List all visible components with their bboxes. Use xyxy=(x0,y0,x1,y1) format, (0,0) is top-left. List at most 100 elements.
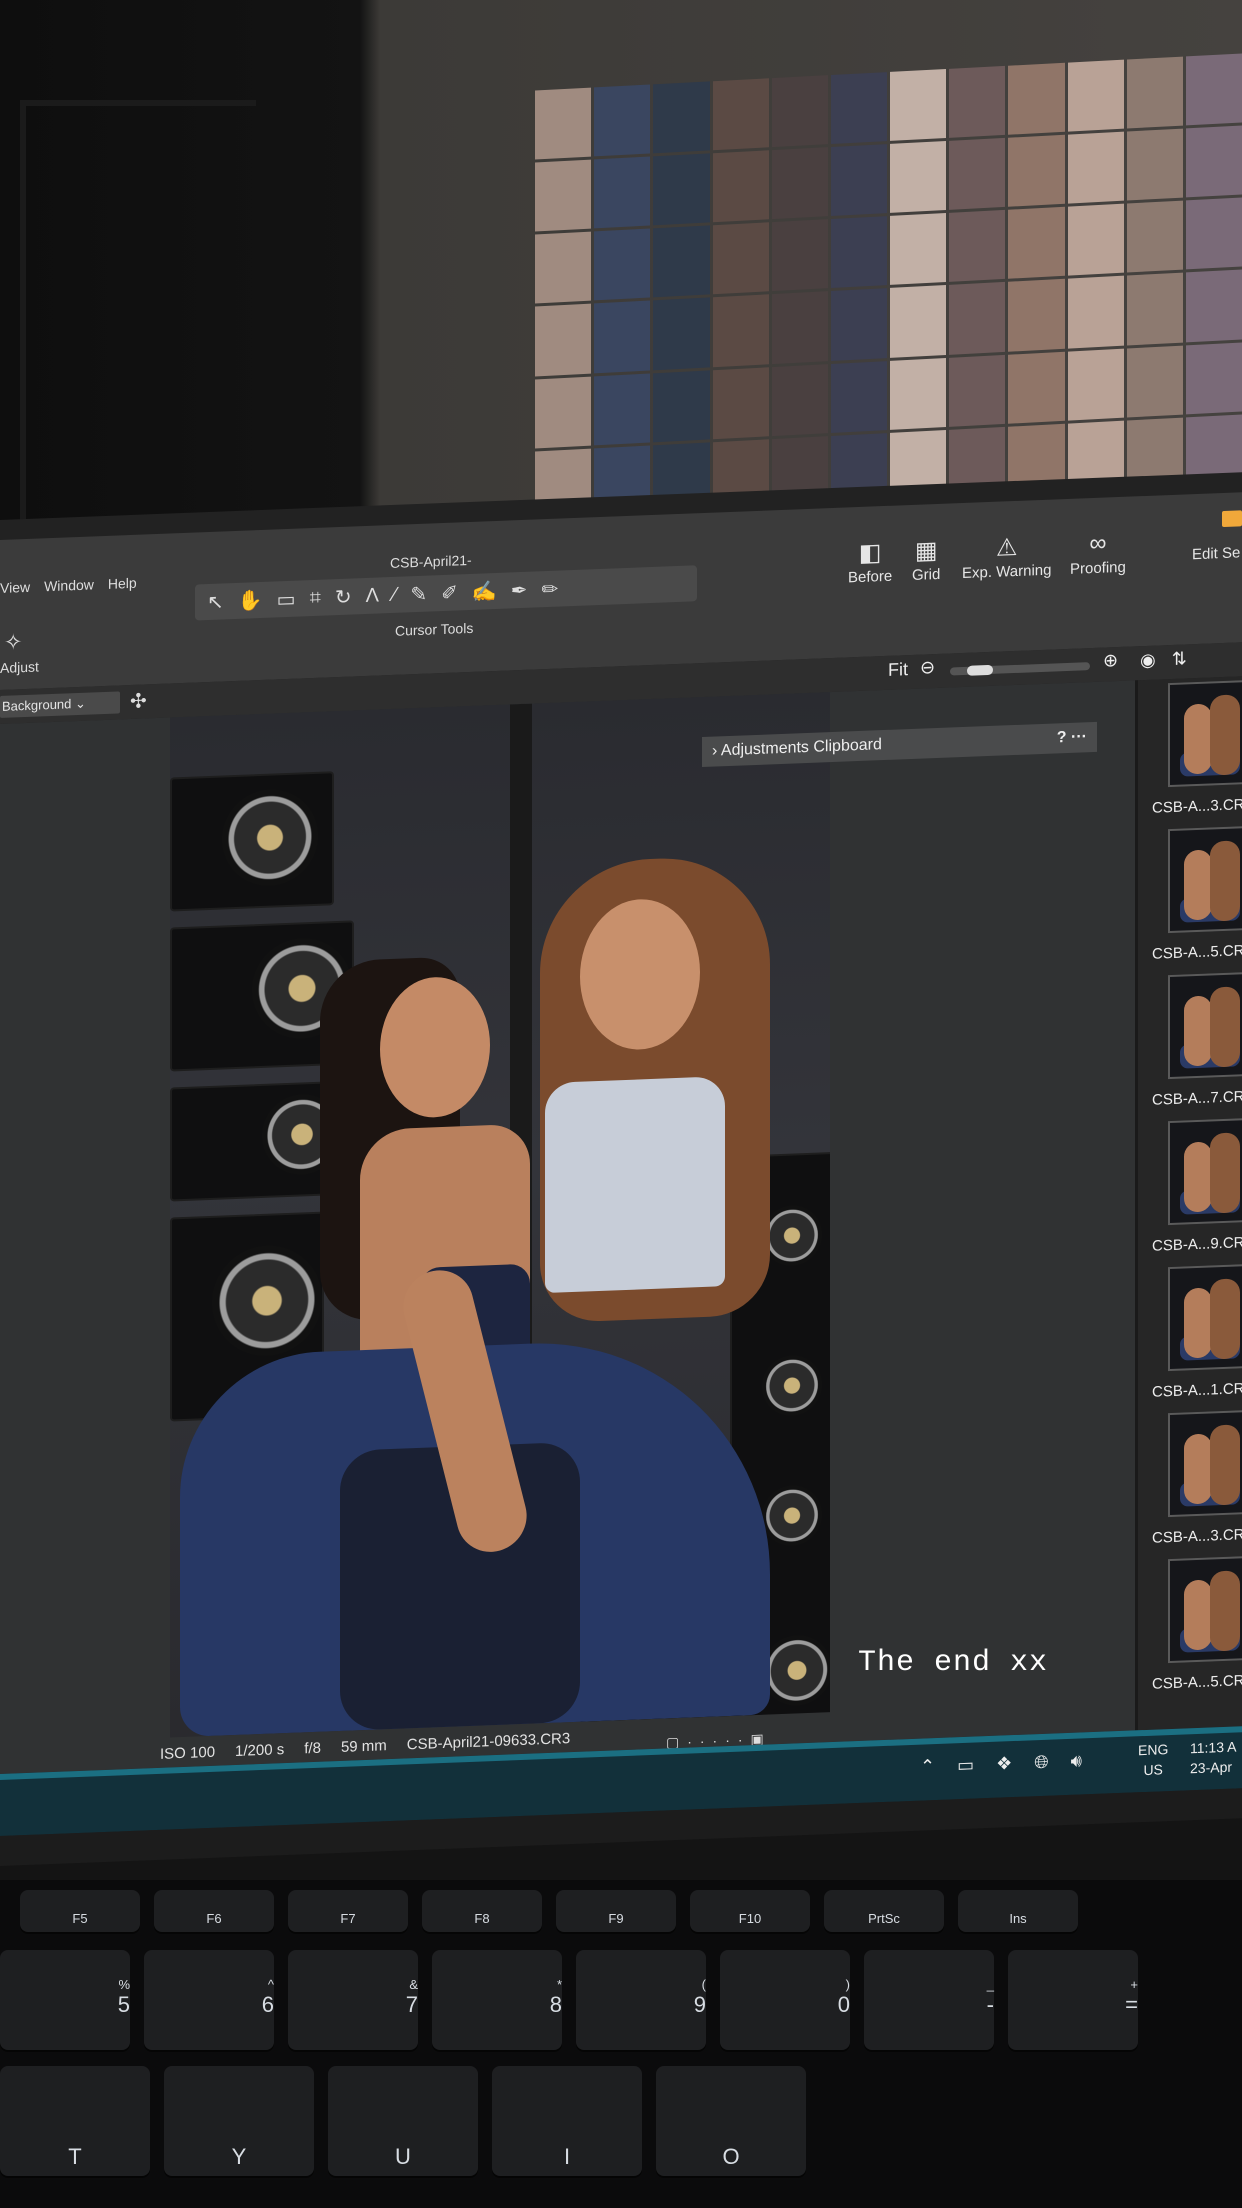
key-5[interactable]: % 5 xyxy=(0,1950,130,2050)
collage-photo xyxy=(1008,62,1065,135)
chevron-up-icon[interactable]: ⌃ xyxy=(920,1756,935,1778)
collage-photo xyxy=(1185,342,1242,415)
thumbnail[interactable] xyxy=(1168,1409,1242,1518)
brush-icon[interactable]: ✎ xyxy=(410,581,427,607)
crop-icon[interactable]: ⌗ xyxy=(310,586,321,609)
collage-photo xyxy=(653,225,710,298)
key-8[interactable]: * 8 xyxy=(432,1950,562,2050)
key-f6[interactable]: F6 xyxy=(154,1890,274,1932)
browser-view-controls: ◉ ⇅ xyxy=(1140,648,1187,671)
clock[interactable]: 11:13 A 23-Apr xyxy=(1190,1737,1236,1779)
glasses-icon: ∞ xyxy=(1089,529,1107,558)
grid-icon: ▦ xyxy=(914,536,938,565)
aperture-value: f/8 xyxy=(304,1739,321,1758)
heal-icon[interactable]: ✍ xyxy=(472,578,497,604)
collage-photo xyxy=(653,370,710,443)
magic-wand-icon[interactable]: ✧ xyxy=(4,629,22,656)
add-layer-icon[interactable]: ✣ xyxy=(130,688,147,714)
zoom-out-icon[interactable]: ⊖ xyxy=(920,657,935,679)
color-picker-icon[interactable]: ∕ xyxy=(393,583,396,606)
collage-photo xyxy=(653,81,710,154)
collage-photo xyxy=(1185,197,1242,270)
sort-icon[interactable]: ⇅ xyxy=(1172,648,1187,670)
proofing-button[interactable]: ∞ Proofing xyxy=(1070,529,1126,577)
thumbnail[interactable] xyxy=(1168,1117,1242,1226)
clone-icon[interactable]: ✒ xyxy=(511,577,528,603)
collage-photo xyxy=(1067,204,1124,277)
thumbnail[interactable] xyxy=(1168,1555,1242,1664)
battery-icon[interactable]: ▭ xyxy=(957,1755,974,1777)
key-6[interactable]: ^ 6 xyxy=(144,1950,274,2050)
key-7[interactable]: & 7 xyxy=(288,1950,418,2050)
key-f11[interactable]: PrtSc xyxy=(824,1890,944,1932)
dropbox-icon[interactable]: ❖ xyxy=(996,1753,1012,1775)
menu-view[interactable]: View xyxy=(0,579,30,596)
layer-select[interactable]: Background ⌄ xyxy=(0,691,120,718)
collage-photo xyxy=(1126,128,1183,201)
volume-icon[interactable]: 🔊︎ xyxy=(1071,1750,1082,1771)
pan-hand-icon[interactable]: ✋ xyxy=(238,587,263,613)
chevron-down-icon: ⌄ xyxy=(75,695,86,712)
clipboard-controls[interactable]: ? ··· xyxy=(1057,722,1087,753)
crop-top xyxy=(545,1076,725,1294)
collage-photo xyxy=(1126,56,1183,129)
thumbnail[interactable] xyxy=(1168,825,1242,934)
key-y[interactable]: Y xyxy=(164,2066,314,2176)
key-f10[interactable]: F10 xyxy=(690,1890,810,1932)
collage-photo xyxy=(712,222,769,295)
key-f9[interactable]: F9 xyxy=(556,1890,676,1932)
before-button[interactable]: ◧ Before xyxy=(848,538,892,586)
collage-photo xyxy=(949,354,1006,427)
zoom-in-icon[interactable]: ⊕ xyxy=(1103,650,1118,672)
globe-icon[interactable]: 🌐︎ xyxy=(1034,1752,1048,1774)
edit-settings-button[interactable]: Edit Se xyxy=(1192,544,1240,563)
thumbnail-label: CSB-A...3.CR xyxy=(1152,1526,1242,1547)
key-f5[interactable]: F5 xyxy=(20,1890,140,1932)
thumbnail[interactable] xyxy=(1168,971,1242,1080)
layer-select-value: Background xyxy=(2,696,72,714)
key-0[interactable]: ) 0 xyxy=(720,1950,850,2050)
collage-photo xyxy=(712,150,769,223)
key-equals[interactable]: + = xyxy=(1008,1950,1138,2050)
rotate-icon[interactable]: ↻ xyxy=(335,584,352,610)
key-i[interactable]: I xyxy=(492,2066,642,2176)
collage-photo xyxy=(890,285,947,358)
story-caption: The end xx xyxy=(858,1646,1049,1680)
collage-photo xyxy=(1185,125,1242,198)
grid-button[interactable]: ▦ Grid xyxy=(912,536,940,584)
menu-window[interactable]: Window xyxy=(44,576,94,594)
thumbnail[interactable] xyxy=(1168,1263,1242,1372)
collage-photo xyxy=(830,72,887,145)
eye-icon[interactable]: ◉ xyxy=(1140,650,1156,672)
region-code: US xyxy=(1143,1761,1163,1779)
letter-key-row: T Y U I O xyxy=(0,2066,806,2176)
exp-warning-button[interactable]: ⚠ Exp. Warning xyxy=(962,532,1051,582)
zoom-slider-thumb[interactable] xyxy=(967,664,994,676)
key-o[interactable]: O xyxy=(656,2066,806,2176)
key-9[interactable]: (9 xyxy=(576,1950,706,2050)
grid-label: Grid xyxy=(912,565,941,584)
straighten-icon[interactable]: ▭ xyxy=(277,586,296,612)
zoom-fit-label[interactable]: Fit xyxy=(888,659,908,681)
monitor: View Window Help CSB-April21- ✧ Adjust ↖… xyxy=(0,472,1242,1866)
document-title: CSB-April21- xyxy=(390,551,472,572)
eraser-icon[interactable]: ✐ xyxy=(441,580,458,606)
edit-settings-icon[interactable] xyxy=(1222,510,1242,528)
key-minus[interactable]: _ - xyxy=(864,1950,994,2050)
key-f7[interactable]: F7 xyxy=(288,1890,408,1932)
key-u[interactable]: U xyxy=(328,2066,478,2176)
menu-bar: View Window Help xyxy=(0,575,137,596)
keystone-icon[interactable]: Λ xyxy=(366,584,379,608)
language-code: ENG xyxy=(1138,1741,1169,1759)
image-viewer[interactable]: › Adjustments Clipboard ? ··· ISO 100 1/… xyxy=(0,680,1135,1774)
annotate-icon[interactable]: ✏ xyxy=(542,576,559,602)
key-f12[interactable]: Ins xyxy=(958,1890,1078,1932)
collage-photo xyxy=(1008,351,1065,424)
menu-help[interactable]: Help xyxy=(108,575,137,592)
key-t[interactable]: T xyxy=(0,2066,150,2176)
language-indicator[interactable]: ENG US xyxy=(1138,1739,1168,1780)
select-arrow-icon[interactable]: ↖ xyxy=(207,589,224,615)
key-f8[interactable]: F8 xyxy=(422,1890,542,1932)
thumbnail[interactable] xyxy=(1168,679,1242,788)
collage-photo xyxy=(830,288,887,361)
